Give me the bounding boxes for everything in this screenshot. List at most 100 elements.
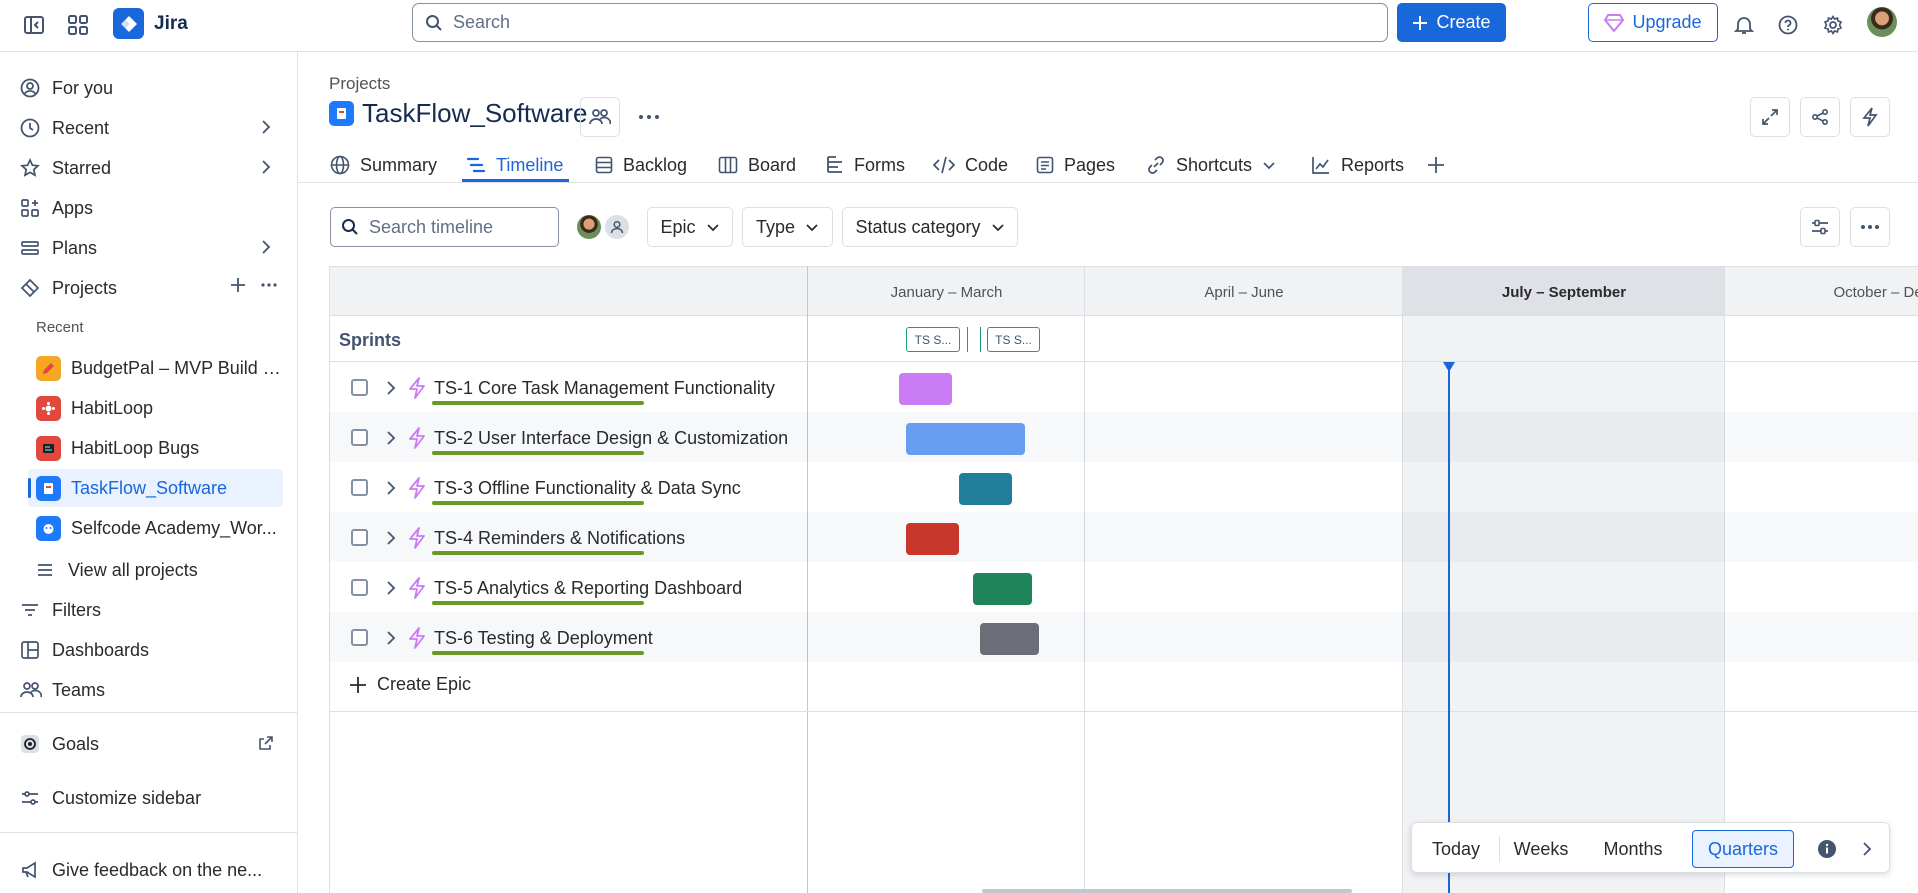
expand-chevron-icon[interactable] [384,480,398,496]
epic-title[interactable]: TS-4 Reminders & Notifications [434,528,685,549]
create-button[interactable]: Create [1397,3,1506,42]
sidebar-item-dashboards[interactable]: Dashboards [20,632,282,668]
scale-months-button[interactable]: Months [1592,830,1674,868]
expand-chevron-icon[interactable] [384,630,398,646]
share-icon[interactable] [1800,97,1840,137]
fullscreen-icon[interactable] [1750,97,1790,137]
create-epic-button[interactable]: Create Epic [349,674,471,695]
expand-chevron-icon[interactable] [384,530,398,546]
sidebar-item-for-you[interactable]: For you [20,70,282,106]
sprint-divider [980,327,981,352]
tab-code[interactable]: Code [933,148,1008,182]
app-switcher-icon[interactable] [61,8,95,42]
breadcrumb[interactable]: Projects [329,74,390,94]
search-placeholder: Search [453,12,511,32]
tab-summary[interactable]: Summary [330,148,437,182]
sidebar-item-starred[interactable]: Starred [20,150,282,186]
tab-shortcuts[interactable]: Shortcuts [1146,148,1276,182]
epic-timeline-bar[interactable] [973,573,1032,605]
code-icon [933,156,955,174]
add-tab-button[interactable] [1427,148,1445,182]
epic-timeline-bar[interactable] [906,423,1025,455]
epic-checkbox[interactable] [351,429,368,446]
project-item-habitloop-bugs[interactable]: HabitLoop Bugs [28,429,283,467]
epic-title[interactable]: TS-5 Analytics & Reporting Dashboard [434,578,742,599]
tab-board[interactable]: Board [718,148,796,182]
give-feedback[interactable]: Give feedback on the ne... [20,852,282,888]
tab-timeline[interactable]: Timeline [466,148,563,182]
tab-backlog[interactable]: Backlog [595,148,687,182]
info-icon[interactable] [1810,830,1844,868]
upgrade-button[interactable]: Upgrade [1588,3,1718,42]
help-icon[interactable] [1771,8,1805,42]
expand-chevron-icon[interactable] [384,580,398,596]
automation-bolt-icon[interactable] [1850,97,1890,137]
sidebar-item-filters[interactable]: Filters [20,592,282,628]
epic-checkbox[interactable] [351,479,368,496]
more-icon[interactable] [260,277,278,293]
more-actions-icon[interactable] [629,97,669,137]
type-filter-dropdown[interactable]: Type [742,207,833,247]
jira-logo[interactable]: Jira [113,8,188,39]
tab-reports[interactable]: Reports [1311,148,1404,182]
sidebar-item-projects[interactable]: Projects [20,270,282,306]
sprint-chip[interactable]: TS S... [906,327,960,352]
epic-timeline-bar[interactable] [906,523,959,555]
horizontal-scrollbar[interactable] [982,889,1352,893]
project-item-taskflow-software[interactable]: TaskFlow_Software [28,469,283,507]
timeline-search-input[interactable]: Search timeline [330,207,559,247]
sprint-chip[interactable]: TS S... [987,327,1040,352]
settings-gear-icon[interactable] [1816,8,1850,42]
epic-filter-dropdown[interactable]: Epic [647,207,733,247]
epic-checkbox[interactable] [351,629,368,646]
epic-timeline-bar[interactable] [980,623,1039,655]
sidebar-item-recent[interactable]: Recent [20,110,282,146]
user-circle-icon [20,78,48,98]
unassigned-avatar-icon[interactable] [603,213,631,241]
scale-quarters-button[interactable]: Quarters [1692,830,1794,868]
sidebar-item-label: Filters [52,599,101,620]
chevron-right-icon[interactable] [1852,830,1882,868]
sidebar-item-teams[interactable]: Teams [20,672,282,708]
teams-icon [20,680,48,700]
sidebar-item-apps[interactable]: Apps [20,190,282,226]
epic-title[interactable]: TS-3 Offline Functionality & Data Sync [434,478,741,499]
scale-weeks-button[interactable]: Weeks [1505,830,1577,868]
tab-forms[interactable]: Forms [826,148,905,182]
epic-timeline-bar[interactable] [959,473,1012,505]
timeline-icon [466,157,486,173]
sidebar-item-goals[interactable]: Goals [20,726,282,762]
link-icon [1148,156,1164,174]
global-search-input[interactable]: Search [412,3,1388,42]
add-project-icon[interactable] [230,277,246,293]
sidebar-toggle-icon[interactable] [17,8,51,42]
expand-chevron-icon[interactable] [384,380,398,396]
scale-today-button[interactable]: Today [1418,830,1494,868]
more-options-icon[interactable] [1850,207,1890,247]
epic-bolt-icon [409,577,425,599]
customize-sidebar[interactable]: Customize sidebar [20,780,282,816]
tab-pages[interactable]: Pages [1036,148,1115,182]
view-settings-icon[interactable] [1800,207,1840,247]
forms-icon [827,156,842,173]
user-avatar[interactable] [1867,7,1897,37]
view-all-projects[interactable]: View all projects [36,552,282,588]
status-category-filter-dropdown[interactable]: Status category [842,207,1018,247]
sidebar-item-plans[interactable]: Plans [20,230,282,266]
team-icon[interactable] [580,97,620,137]
epic-title[interactable]: TS-6 Testing & Deployment [434,628,653,649]
epic-timeline-bar[interactable] [899,373,952,405]
chevron-down-icon [706,224,719,232]
project-item-habitloop[interactable]: HabitLoop [28,389,283,427]
epic-checkbox[interactable] [351,579,368,596]
assignee-avatar[interactable] [575,213,603,241]
sidebar-item-label: Customize sidebar [52,787,202,808]
epic-checkbox[interactable] [351,379,368,396]
project-item-budgetpal[interactable]: BudgetPal – MVP Build (... [28,349,283,387]
epic-title[interactable]: TS-2 User Interface Design & Customizati… [434,428,788,449]
project-item-selfcode-academy[interactable]: Selfcode Academy_Wor... [28,509,283,547]
epic-title[interactable]: TS-1 Core Task Management Functionality [434,378,775,399]
notifications-bell-icon[interactable] [1727,8,1761,42]
epic-checkbox[interactable] [351,529,368,546]
expand-chevron-icon[interactable] [384,430,398,446]
